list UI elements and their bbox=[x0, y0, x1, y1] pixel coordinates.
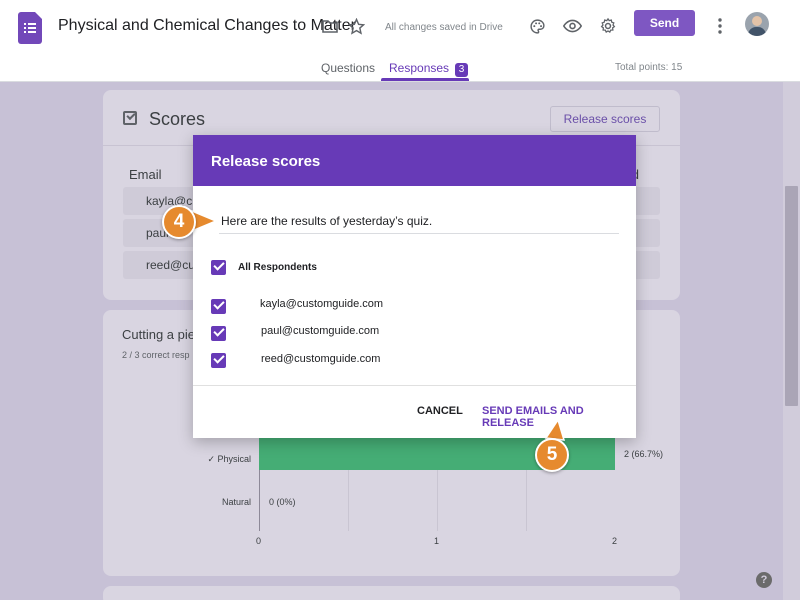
dialog-header: Release scores bbox=[193, 135, 636, 186]
help-icon[interactable]: ? bbox=[756, 572, 772, 588]
cancel-button[interactable]: CANCEL bbox=[417, 405, 463, 417]
question-correct-summary: 2 / 3 correct resp bbox=[122, 350, 190, 360]
step-4-callout: 4 bbox=[162, 205, 196, 239]
email-column-header: Email bbox=[129, 167, 162, 182]
recipient-checkbox-reed[interactable] bbox=[211, 353, 226, 368]
all-respondents-checkbox[interactable] bbox=[211, 260, 226, 275]
release-scores-dialog: Release scores Here are the results of y… bbox=[193, 135, 636, 438]
message-field[interactable]: Here are the results of yesterday’s quiz… bbox=[221, 214, 432, 228]
dialog-title: Release scores bbox=[211, 153, 321, 170]
step-5-callout: 5 bbox=[535, 438, 569, 472]
save-status: All changes saved in Drive bbox=[385, 22, 503, 33]
next-card bbox=[103, 586, 680, 600]
responses-count-badge: 3 bbox=[455, 63, 469, 77]
folder-icon[interactable] bbox=[320, 16, 340, 36]
more-vert-icon[interactable] bbox=[710, 16, 730, 36]
recipient-email: kayla@customguide.com bbox=[260, 298, 384, 310]
avatar[interactable] bbox=[745, 12, 769, 36]
forms-logo-icon[interactable] bbox=[18, 12, 42, 44]
scores-title: Scores bbox=[149, 109, 206, 129]
palette-icon[interactable] bbox=[527, 16, 547, 36]
gear-icon[interactable] bbox=[598, 16, 618, 36]
recipient-email: paul@customguide.com bbox=[261, 325, 380, 337]
tab-questions[interactable]: Questions bbox=[321, 61, 375, 75]
recipient-email: reed@customguide.com bbox=[261, 353, 381, 365]
app-header: Physical and Chemical Changes to Matter … bbox=[0, 0, 800, 82]
total-points: Total points: 15 bbox=[615, 62, 683, 73]
star-icon[interactable] bbox=[346, 16, 366, 36]
eye-icon[interactable] bbox=[562, 16, 582, 36]
document-title[interactable]: Physical and Chemical Changes to Matter bbox=[58, 17, 356, 35]
active-tab-indicator bbox=[381, 78, 469, 81]
recipient-checkbox-kayla[interactable] bbox=[211, 299, 226, 314]
release-scores-button[interactable]: Release scores bbox=[550, 106, 660, 132]
scrollbar-thumb[interactable] bbox=[785, 186, 798, 406]
tab-responses[interactable]: Responses 3 bbox=[389, 61, 469, 77]
message-field-underline bbox=[219, 233, 619, 234]
recipient-checkbox-paul[interactable] bbox=[211, 326, 226, 341]
send-button[interactable]: Send bbox=[634, 10, 695, 36]
all-respondents-label: All Respondents bbox=[238, 262, 317, 273]
dialog-divider bbox=[193, 385, 636, 386]
checkbox-list-icon bbox=[123, 111, 137, 125]
tab-responses-label: Responses bbox=[389, 61, 450, 75]
question-title: Cutting a pie bbox=[122, 327, 195, 342]
